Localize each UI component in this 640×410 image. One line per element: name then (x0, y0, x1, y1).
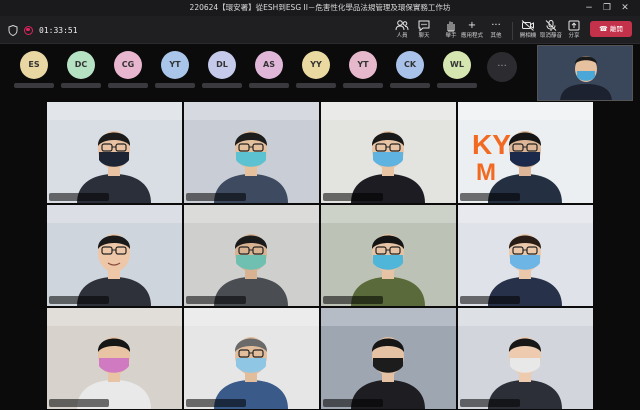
participant-name-placeholder (343, 83, 383, 88)
participant-name-tag (49, 399, 109, 407)
participant-name-tag (49, 193, 109, 201)
more-participants-button[interactable]: ··· (487, 52, 517, 82)
hand-icon (447, 21, 455, 32)
participant-video: KYM (458, 102, 593, 203)
participant-name-tag (186, 296, 246, 304)
participant-video-tile[interactable] (47, 205, 182, 306)
more-icon: ··· (491, 20, 501, 31)
toolbar-divider (512, 22, 513, 40)
participant-name-tag (186, 193, 246, 201)
participant-video (321, 205, 456, 306)
participant-avatar[interactable]: AS (255, 51, 283, 79)
chat-label: 聊天 (418, 33, 430, 39)
participant-name-placeholder (437, 83, 477, 88)
participant-video (47, 205, 182, 306)
phone-hangup-icon: ☎ (599, 25, 608, 33)
close-icon[interactable]: ✕ (618, 1, 632, 15)
participant-video-tile[interactable] (184, 205, 319, 306)
participant-name-tag (460, 399, 520, 407)
participant-name-placeholder (155, 83, 195, 88)
participant-name-tag (323, 193, 383, 201)
minimize-icon[interactable]: − (582, 1, 596, 15)
participant-name-placeholder (249, 83, 289, 88)
more-label: 其他 (490, 33, 502, 39)
participant-avatar[interactable]: DL (208, 51, 236, 79)
participant-name-tag (460, 296, 520, 304)
participant-name-placeholder (390, 83, 430, 88)
participant-avatar[interactable]: DC (67, 51, 95, 79)
participant-name-placeholder (296, 83, 336, 88)
shield-icon (8, 24, 18, 36)
participant-name-tag (460, 193, 520, 201)
participant-video (321, 102, 456, 203)
participant-name-tag (323, 399, 383, 407)
participant-name-tag (49, 296, 109, 304)
participant-avatar[interactable]: YT (161, 51, 189, 79)
participant-name-placeholder (202, 83, 242, 88)
participant-strip: ES DC CG YT DL AS YY YT CK WL (0, 45, 532, 100)
svg-text:M: M (476, 159, 496, 186)
participant-video-tile[interactable] (458, 205, 593, 306)
participant-avatar[interactable]: CK (396, 51, 424, 79)
chat-icon (418, 20, 430, 32)
meeting-status: 01:33:51 (8, 24, 78, 36)
leave-label: 離開 (609, 25, 623, 33)
participant-video-tile[interactable] (184, 102, 319, 203)
participant-avatar[interactable]: YY (302, 51, 330, 79)
self-view-video[interactable] (537, 45, 633, 101)
share-button[interactable]: 分享 (560, 19, 588, 43)
more-icon: ··· (497, 61, 507, 72)
restore-icon[interactable]: ❐ (600, 1, 614, 15)
recording-icon (24, 25, 33, 35)
window-title: 220624【環安署】從ESH到ESG II－危害性化學品法規管理及環保實務工作… (189, 3, 451, 12)
participant-avatar[interactable]: WL (443, 51, 471, 79)
participant-video (184, 308, 319, 409)
svg-text:KY: KY (472, 129, 511, 160)
meeting-timer: 01:33:51 (39, 25, 78, 35)
title-bar: 220624【環安署】從ESH到ESG II－危害性化學品法規管理及環保實務工作… (0, 0, 640, 16)
participant-name-placeholder (61, 83, 101, 88)
participant-name-tag (323, 296, 383, 304)
participant-video-tile[interactable] (47, 308, 182, 409)
participant-video-tile[interactable] (458, 308, 593, 409)
mic-off-icon (545, 20, 557, 31)
participant-name-tag (186, 399, 246, 407)
participant-name-placeholder (108, 83, 148, 88)
participant-name-placeholder (14, 83, 54, 88)
participant-video (47, 308, 182, 409)
participant-avatar[interactable]: ES (20, 51, 48, 79)
participant-video-tile[interactable] (321, 205, 456, 306)
participant-video (47, 102, 182, 203)
participant-video (184, 102, 319, 203)
chat-button[interactable]: 聊天 (410, 19, 438, 43)
share-icon (568, 20, 580, 31)
leave-button[interactable]: ☎ 離開 (590, 21, 632, 37)
participant-video-tile[interactable]: KY M (458, 102, 593, 203)
participant-video-tile[interactable] (321, 308, 456, 409)
more-button[interactable]: ··· 其他 (482, 19, 510, 43)
participant-video-tile[interactable] (321, 102, 456, 203)
participant-video-tile[interactable] (184, 308, 319, 409)
meeting-toolbar: 01:33:51 人員 聊天 舉手 + 應用程式 ··· 其他 開相機 取消靜音… (0, 16, 640, 44)
participant-avatar[interactable]: CG (114, 51, 142, 79)
share-label: 分享 (568, 33, 580, 39)
participant-video (458, 308, 593, 409)
participant-video (321, 308, 456, 409)
camera-off-icon (521, 20, 534, 31)
participant-video (184, 205, 319, 306)
video-grid: KY M (47, 102, 593, 410)
people-icon (395, 20, 409, 31)
participant-video (458, 205, 593, 306)
participant-avatar[interactable]: YT (349, 51, 377, 79)
participant-video-tile[interactable] (47, 102, 182, 203)
self-view-person (538, 46, 632, 100)
